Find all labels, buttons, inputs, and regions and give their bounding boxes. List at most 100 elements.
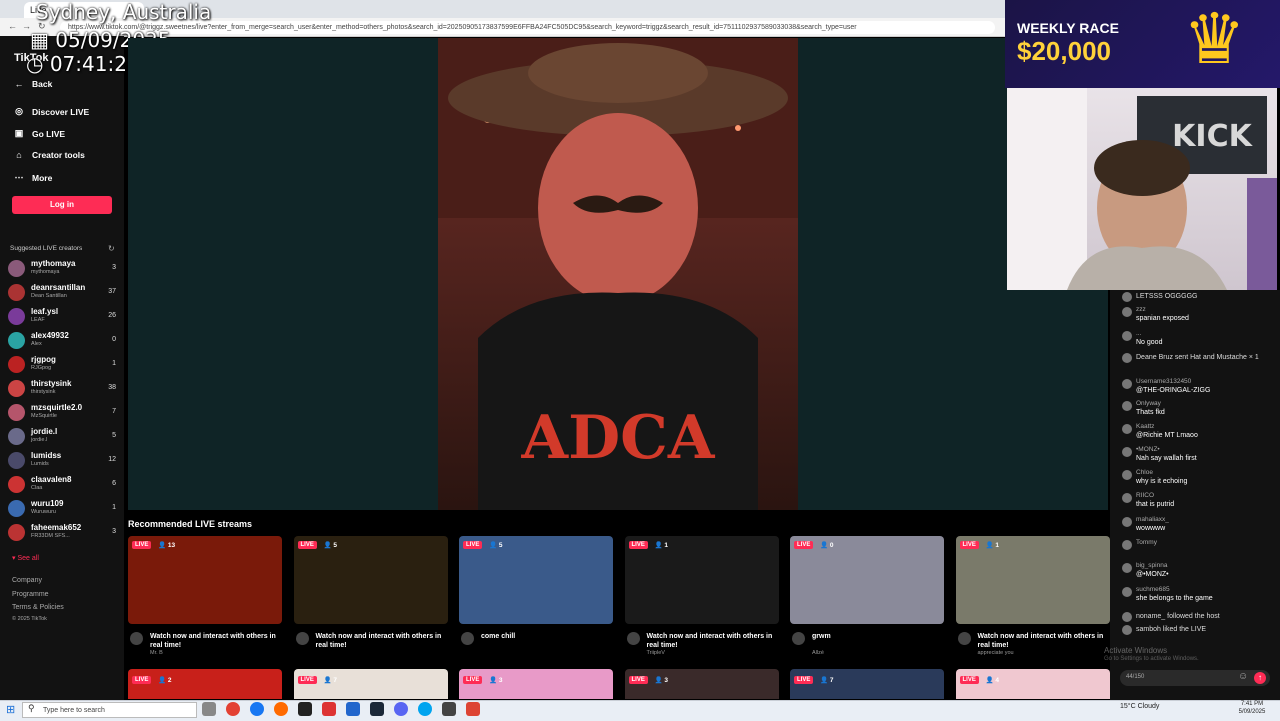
app-icon-blue[interactable] — [346, 702, 360, 716]
creator-item[interactable]: rjgpog RJGpog 1 — [8, 354, 120, 376]
creator-item[interactable]: mythomaya mythomaya 3 — [8, 258, 120, 280]
obs-icon[interactable] — [298, 702, 312, 716]
chat-username[interactable]: zzz — [1136, 306, 1146, 313]
creator-item[interactable]: claavalen8 Claa 6 — [8, 474, 120, 496]
stream-card[interactable]: LIVE 👤 13 Watch now and interact with othe… — [128, 536, 282, 656]
viewer-count: 👤 3 — [489, 677, 503, 684]
chat-text: No good — [1136, 339, 1163, 346]
compass-icon: ◎ — [15, 106, 23, 116]
chat-username[interactable]: suchme685 — [1136, 586, 1170, 593]
stream-card[interactable]: LIVE 👤 5 come chill — [459, 536, 613, 645]
chat-username[interactable]: Username3132450 — [1136, 378, 1191, 385]
avatar — [1122, 353, 1132, 363]
stream-thumbnail[interactable]: LIVE 👤 0 — [790, 536, 944, 624]
chat-username[interactable]: big_spinna — [1136, 562, 1167, 569]
task-view-icon[interactable] — [202, 702, 216, 716]
chat-username[interactable]: Kaattz — [1136, 423, 1154, 430]
stream-card[interactable]: LIVE 👤 2 — [128, 669, 282, 699]
stream-card[interactable]: LIVE 👤 3 — [459, 669, 613, 699]
creator-item[interactable]: leaf.ysl LEAF 26 — [8, 306, 120, 328]
footer-terms[interactable]: Terms & Policies — [12, 604, 64, 611]
chat-text: noname_ followed the host — [1136, 613, 1220, 620]
stream-thumbnail[interactable]: LIVE 👤 5 — [293, 536, 448, 624]
steam-icon[interactable] — [370, 702, 384, 716]
firefox-icon[interactable] — [274, 702, 288, 716]
refresh-icon[interactable]: ↻ — [108, 244, 115, 253]
chat-username[interactable]: Onlyway — [1136, 400, 1161, 407]
edge-icon[interactable] — [250, 702, 264, 716]
chat-username[interactable]: RIICO — [1136, 492, 1154, 499]
stream-card[interactable]: LIVE 👤 4 — [955, 669, 1110, 699]
viewer-count: 12 — [108, 456, 116, 463]
nav-go-live[interactable]: ▣ Go LIVE — [14, 128, 65, 139]
chat-username[interactable]: ... — [1136, 330, 1141, 337]
chat-username[interactable]: •MONZ• — [1136, 446, 1160, 453]
chat-username[interactable]: Tommy — [1136, 539, 1157, 546]
viewer-count: 👤 7 — [323, 677, 338, 684]
stream-card[interactable]: LIVE 👤 3 — [624, 669, 779, 699]
app-icon-cyan[interactable] — [418, 702, 432, 716]
creator-item[interactable]: mzsquirtle2.0 MzSquirtle 7 — [8, 402, 120, 424]
stream-host: TriipleV — [646, 650, 665, 656]
stream-thumbnail[interactable]: LIVE 👤 13 — [128, 536, 282, 624]
live-video[interactable]: ADCA — [438, 38, 798, 510]
send-icon[interactable]: ↑ — [1254, 672, 1266, 684]
webcam-frame: KICK — [1007, 88, 1277, 290]
stream-thumbnail[interactable]: LIVE 👤 1 — [624, 536, 779, 624]
app-icon-red[interactable] — [322, 702, 336, 716]
weekly-race-banner: WEEKLY RACE $20,000 ♛ — [1005, 0, 1280, 88]
viewer-count: 38 — [108, 384, 116, 391]
creator-subname: jordie.l — [31, 437, 48, 443]
creator-item[interactable]: deanrsantillan Dean Santillan 37 — [8, 282, 120, 304]
stream-thumbnail[interactable]: LIVE 👤 1 — [955, 536, 1110, 624]
see-all-link[interactable]: ▾ See all — [12, 554, 39, 562]
brave-icon[interactable] — [466, 702, 480, 716]
stream-card[interactable]: LIVE 👤 5 Watch now and interact with other… — [293, 536, 448, 649]
creator-item[interactable]: lumidss Lumids 12 — [8, 450, 120, 472]
chat-username[interactable]: mahaliaxx_ — [1136, 516, 1169, 523]
system-tray[interactable]: 15°C Cloudy 7:41 PM 5/09/2025 — [1120, 701, 1265, 715]
stream-card[interactable]: LIVE 👤 0 grwm Allzé — [790, 536, 944, 656]
back-arrow-icon[interactable]: ← — [8, 21, 17, 31]
creator-item[interactable]: jordie.l jordie.l 5 — [8, 426, 120, 448]
chat-input[interactable]: 44/150 ☺ ↑ — [1120, 670, 1270, 686]
app-icon-dark[interactable] — [442, 702, 456, 716]
avatar — [1122, 331, 1132, 341]
creator-item[interactable]: alex49932 Alex 0 — [8, 330, 120, 352]
nav-more[interactable]: ⋯ More — [14, 172, 53, 183]
footer-company[interactable]: Company — [12, 577, 42, 584]
streamer-webcam: KICK — [1007, 88, 1277, 290]
footer-programme[interactable]: Programme — [12, 591, 49, 598]
stream-card[interactable]: LIVE 👤 1 Watch now and interact with other… — [955, 536, 1110, 656]
stream-title: grwm — [812, 633, 831, 640]
chrome-icon[interactable] — [226, 702, 240, 716]
stream-thumbnail[interactable]: LIVE 👤 5 — [459, 536, 613, 624]
login-button[interactable]: Log in — [12, 196, 112, 214]
creator-subname: mythomaya — [31, 269, 60, 275]
avatar — [1122, 625, 1132, 635]
nav-discover-live[interactable]: ◎ Discover LIVE — [14, 106, 89, 117]
viewer-count: 👤 1 — [654, 542, 669, 549]
stream-title: Watch now and interact with others in re… — [977, 633, 1104, 649]
creator-name: mythomaya — [31, 259, 76, 268]
stream-host: Allzé — [812, 650, 824, 656]
stream-title: Watch now and interact with others in re… — [315, 633, 442, 649]
chat-text: that is putrid — [1136, 501, 1175, 508]
chat-username[interactable]: Chloe — [1136, 469, 1153, 476]
stream-card[interactable]: LIVE 👤 7 — [790, 669, 944, 699]
discord-icon[interactable] — [394, 702, 408, 716]
stream-card[interactable]: LIVE 👤 7 — [293, 669, 448, 699]
creator-item[interactable]: wuru109 Wuruwuru 1 — [8, 498, 120, 520]
stream-card[interactable]: LIVE 👤 1 Watch now and interact with other… — [624, 536, 779, 656]
avatar — [8, 500, 25, 517]
back-link[interactable]: ← Back — [14, 79, 53, 89]
back-arrow-icon: ← — [14, 79, 24, 89]
emoji-icon[interactable]: ☺ — [1238, 671, 1248, 682]
creator-subname: Lumids — [31, 461, 49, 467]
windows-start-icon[interactable]: ⊞ — [6, 703, 15, 716]
live-badge: LIVE — [463, 541, 483, 549]
nav-creator-tools[interactable]: ⌂ Creator tools — [14, 150, 85, 160]
creator-item[interactable]: thirstysink thirstysink 38 — [8, 378, 120, 400]
taskbar-search[interactable]: Type here to search — [22, 702, 197, 718]
creator-item[interactable]: faheemak652 FR33DM SFS... 3 — [8, 522, 120, 544]
